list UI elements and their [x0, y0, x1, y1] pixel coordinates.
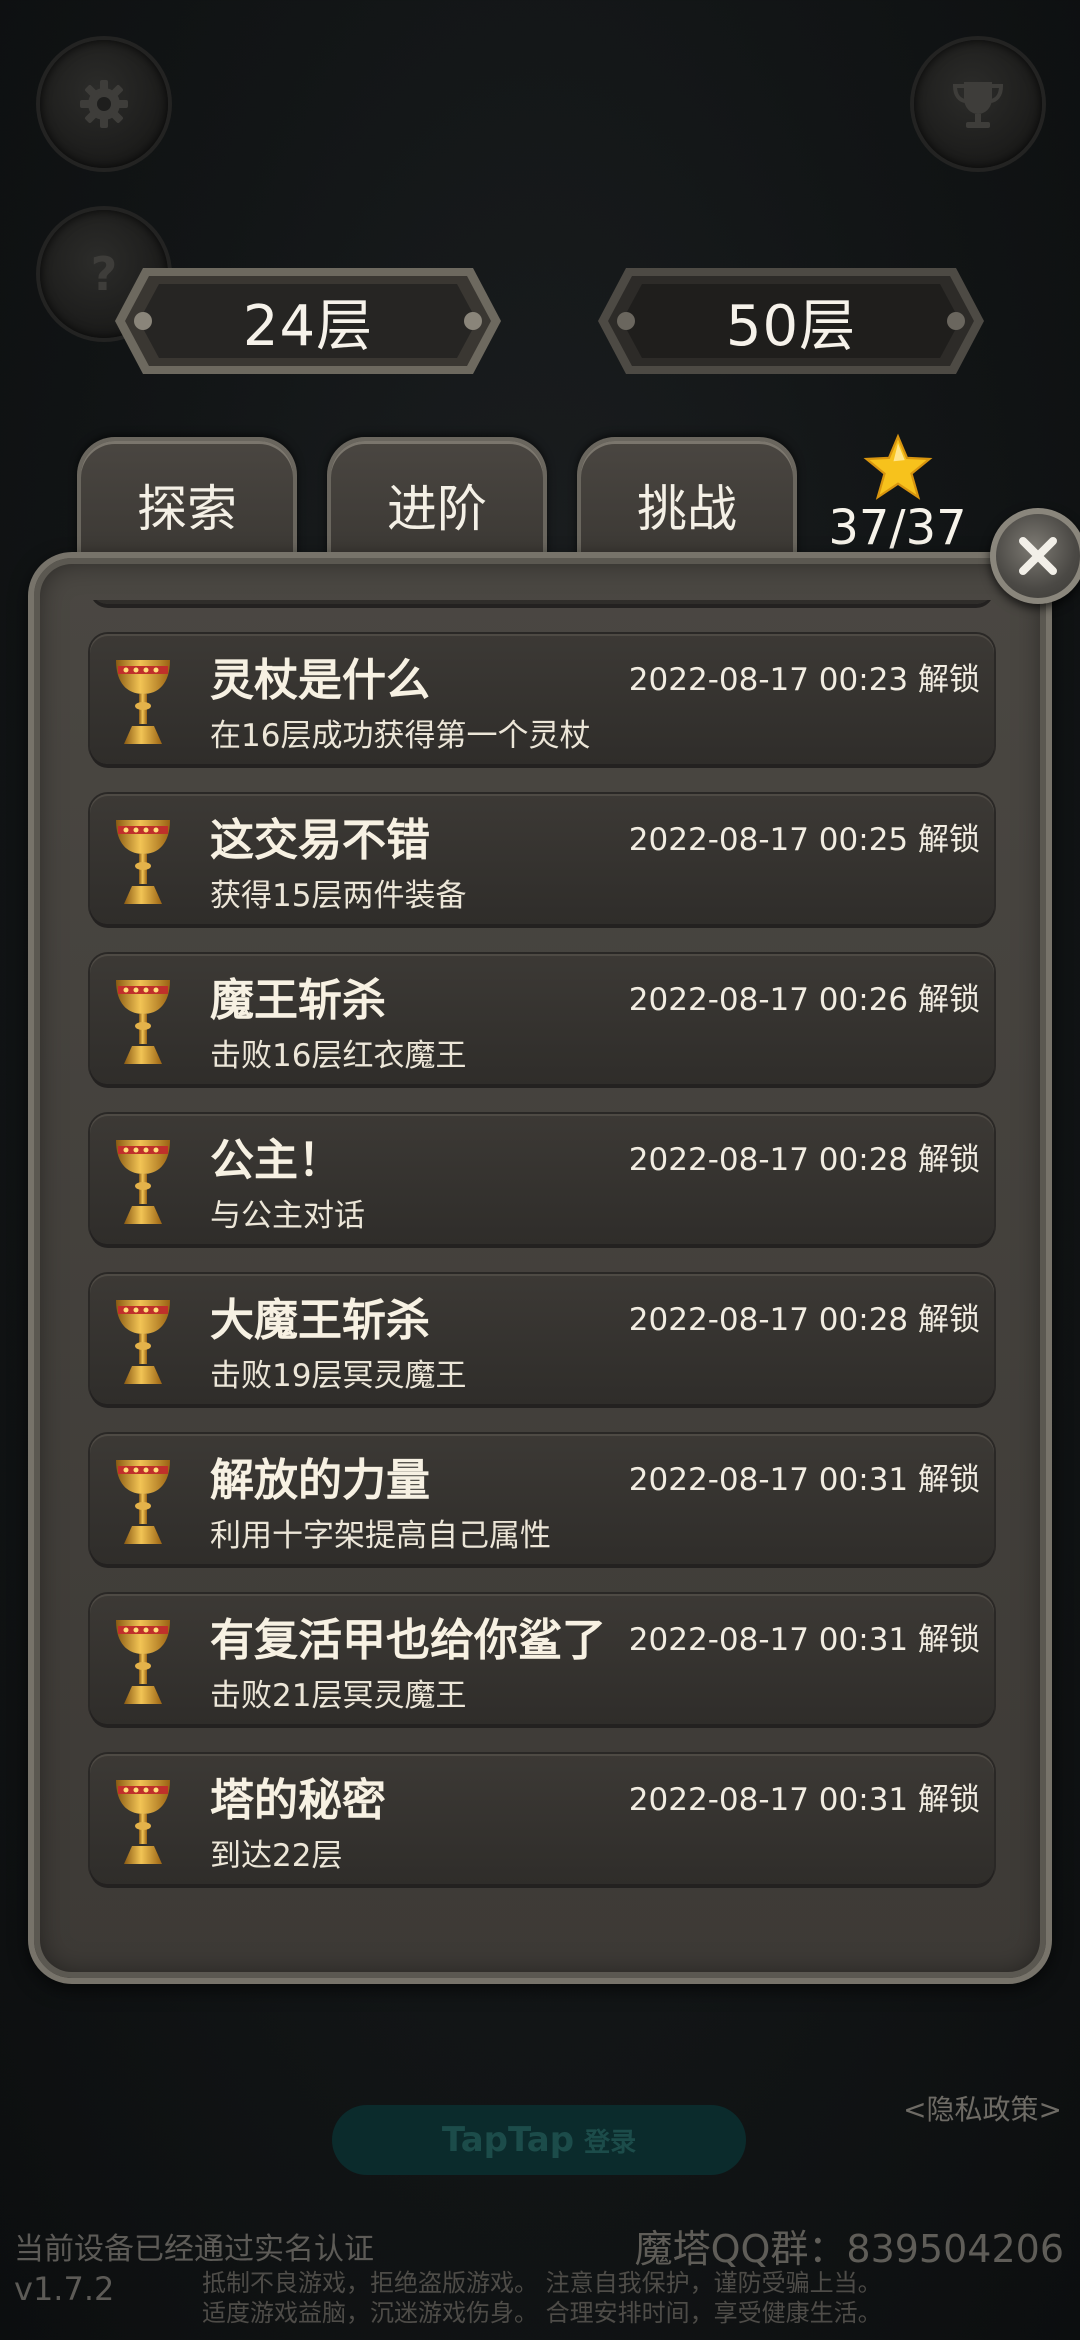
achievement-card: 灵杖是什么 2022-08-17 00:23 解锁在16层成功获得第一个灵杖 [90, 634, 994, 764]
taptap-login-button[interactable]: TapTap 登录 [332, 2105, 746, 2175]
close-icon [1019, 537, 1057, 575]
achievement-unlock-time: 2022-08-17 00:25 解锁 [628, 822, 980, 858]
gold-trophy-icon [112, 814, 174, 910]
health-notice-line2: 适度游戏益脑，沉迷游戏伤身。 合理安排时间，享受健康生活。 [202, 2299, 882, 2327]
achievement-title: 大魔王斩杀 [210, 1295, 430, 1346]
achievement-card: 大魔王斩杀 2022-08-17 00:28 解锁击败19层冥灵魔王 [90, 1274, 994, 1404]
gold-trophy-icon [112, 1614, 174, 1710]
achievement-description: 在16层成功获得第一个灵杖 [210, 718, 591, 754]
achievement-card: 有复活甲也给你鲨了 2022-08-17 00:31 解锁击败21层冥灵魔王 [90, 1594, 994, 1724]
achievement-title: 解放的力量 [210, 1455, 430, 1506]
star-count-text: 37/37 [828, 500, 967, 556]
tab-advanced[interactable]: 进阶 [327, 437, 547, 569]
achievement-unlock-time: 2022-08-17 00:28 解锁 [628, 1302, 980, 1338]
star-icon [863, 433, 932, 500]
realname-status: 当前设备已经通过实名认证 [14, 2232, 374, 2267]
settings-button[interactable] [40, 40, 168, 168]
achievement-title: 魔王斩杀 [210, 975, 386, 1026]
achievement-description: 击败16层红衣魔王 [210, 1038, 467, 1074]
gold-trophy-icon [112, 654, 174, 750]
achievement-title: 灵杖是什么 [210, 655, 430, 706]
tab-challenge[interactable]: 挑战 [577, 437, 797, 569]
achievement-card: 塔的秘密 2022-08-17 00:31 解锁到达22层 [90, 1754, 994, 1884]
login-brand: TapTap [441, 2120, 575, 2160]
achievement-card: 魔王斩杀 2022-08-17 00:26 解锁击败16层红衣魔王 [90, 954, 994, 1084]
star-counter: 37/37 [820, 432, 975, 556]
gold-trophy-icon [112, 1454, 174, 1550]
achievement-unlock-time: 2022-08-17 00:26 解锁 [628, 982, 980, 1018]
achievement-description: 到达22层 [210, 1838, 343, 1874]
achievement-card: 装备强化2022-08-17 00:21 解锁获得11层盾 [90, 600, 994, 604]
max-floor-plate: 50层 [596, 262, 986, 380]
achievement-unlock-time: 2022-08-17 00:23 解锁 [628, 662, 980, 698]
achievement-description: 与公主对话 [210, 1198, 365, 1234]
achievement-title: 有复活甲也给你鲨了 [210, 1615, 606, 1666]
achievement-description: 获得15层两件装备 [210, 878, 467, 914]
max-floor-text: 50层 [725, 293, 857, 359]
achievement-title: 公主！ [210, 1135, 342, 1186]
gold-trophy-icon [112, 1294, 174, 1390]
achievement-description: 利用十字架提高自己属性 [210, 1518, 551, 1554]
current-floor-text: 24层 [242, 293, 374, 359]
achievement-unlock-time: 2022-08-17 00:31 解锁 [628, 1462, 980, 1498]
achievement-unlock-time: 2022-08-17 00:31 解锁 [628, 1622, 980, 1658]
tab-explore[interactable]: 探索 [77, 437, 297, 569]
close-button[interactable] [990, 508, 1080, 604]
gear-icon [80, 80, 128, 128]
achievement-card: 解放的力量 2022-08-17 00:31 解锁利用十字架提高自己属性 [90, 1434, 994, 1564]
health-notice: 抵制不良游戏，拒绝盗版游戏。 注意自我保护，谨防受骗上当。 适度游戏益脑，沉迷游… [202, 2268, 882, 2328]
current-floor-plate: 24层 [113, 262, 503, 380]
privacy-policy-link[interactable]: <隐私政策> [903, 2088, 1062, 2128]
achievement-title: 塔的秘密 [210, 1775, 386, 1826]
achievement-panel: 装备强化2022-08-17 00:21 解锁获得11层盾灵杖是什么 2022-0… [28, 552, 1052, 1984]
qq-group-text: 魔塔QQ群：839504206 [634, 2227, 1064, 2271]
trophy-button[interactable] [914, 40, 1042, 168]
achievement-description: 击败19层冥灵魔王 [210, 1358, 467, 1394]
achievement-list-viewport[interactable]: 装备强化2022-08-17 00:21 解锁获得11层盾灵杖是什么 2022-0… [74, 600, 1006, 1938]
trophy-outline-icon [952, 82, 1004, 128]
gold-trophy-icon [112, 974, 174, 1070]
gold-trophy-icon [112, 1774, 174, 1870]
login-label: 登录 [584, 2127, 637, 2158]
achievement-card: 这交易不错 2022-08-17 00:25 解锁获得15层两件装备 [90, 794, 994, 924]
gold-trophy-icon [112, 1134, 174, 1230]
achievement-description: 击败21层冥灵魔王 [210, 1678, 467, 1714]
version-text: v1.7.2 [14, 2270, 115, 2308]
health-notice-line1: 抵制不良游戏，拒绝盗版游戏。 注意自我保护，谨防受骗上当。 [202, 2269, 882, 2297]
achievement-title: 这交易不错 [210, 815, 430, 866]
achievement-card: 公主！ 2022-08-17 00:28 解锁与公主对话 [90, 1114, 994, 1244]
achievement-unlock-time: 2022-08-17 00:31 解锁 [628, 1782, 980, 1818]
achievement-unlock-time: 2022-08-17 00:28 解锁 [628, 1142, 980, 1178]
